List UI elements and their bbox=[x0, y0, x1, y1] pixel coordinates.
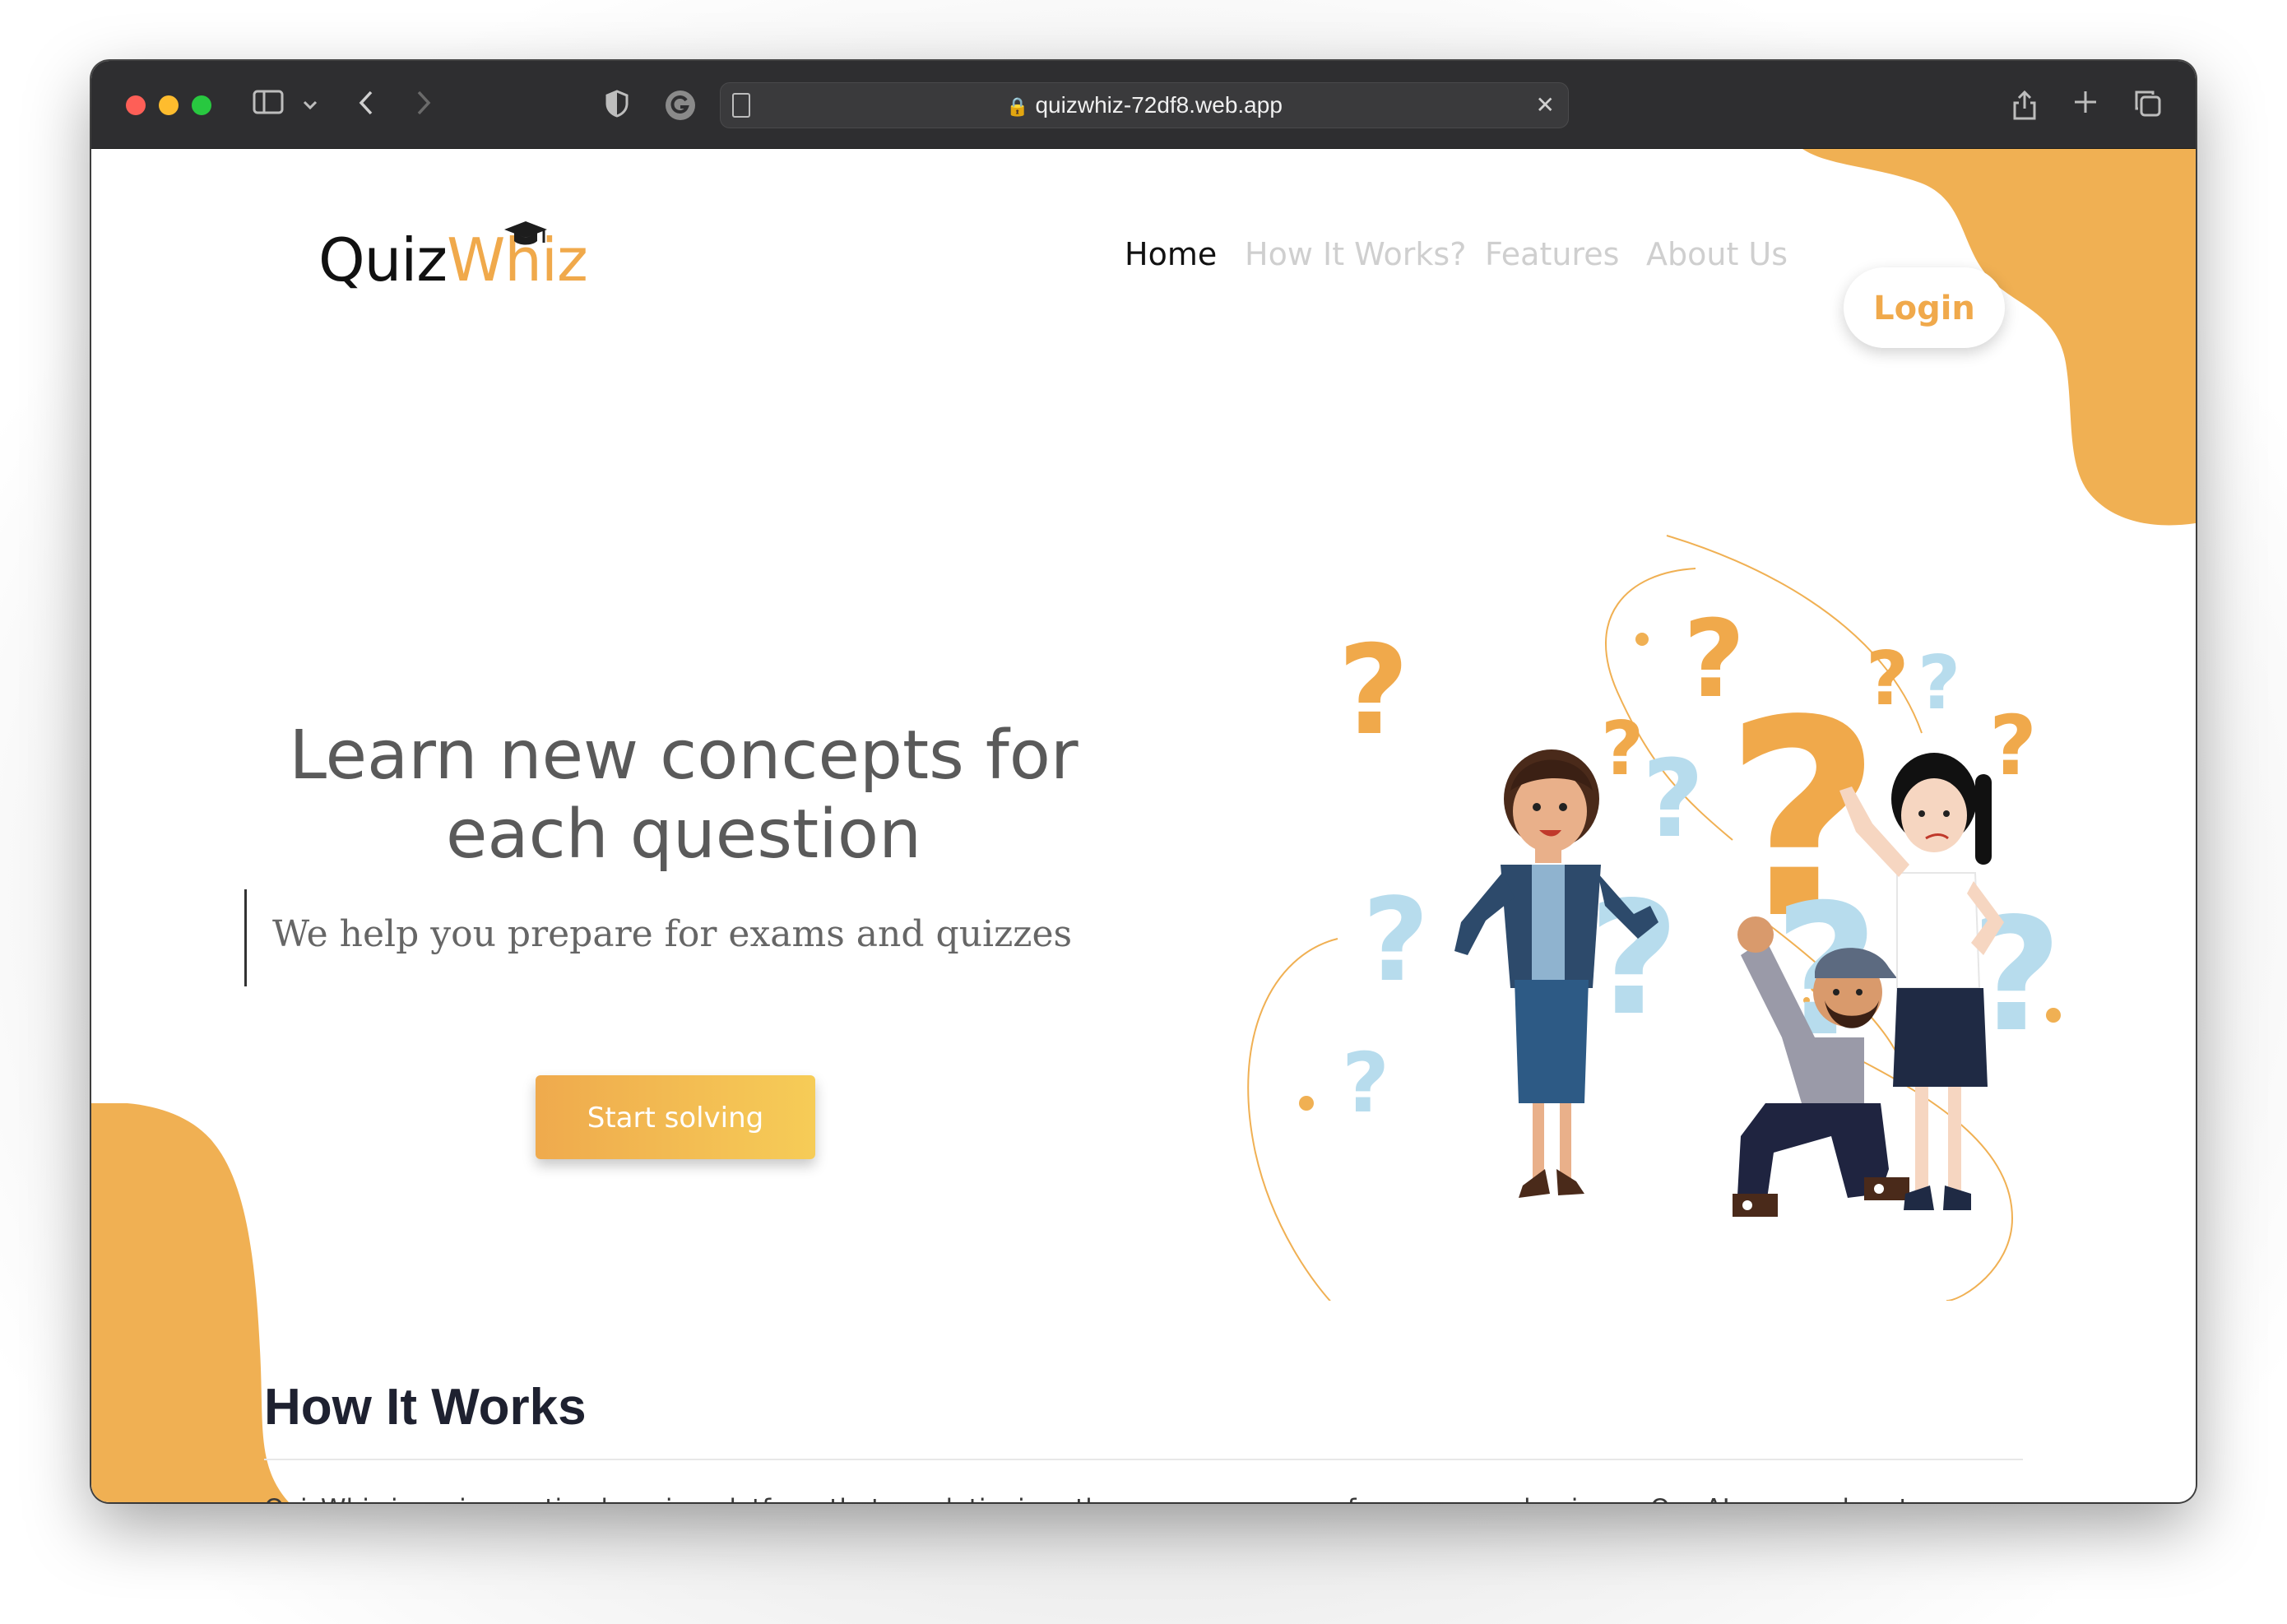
browser-toolbar: 🔒 quizwhiz-72df8.web.app ✕ bbox=[91, 61, 2196, 149]
hero-illustration: ? ? ? ? ? ? ? ? ? ? ? ? ? bbox=[1247, 535, 2062, 1301]
tabs-overview-icon[interactable] bbox=[2133, 89, 2163, 126]
how-it-works-heading: How It Works bbox=[264, 1379, 587, 1436]
svg-text:?: ? bbox=[1989, 698, 2037, 794]
share-icon[interactable] bbox=[2011, 89, 2038, 129]
nav-how-it-works[interactable]: How It Works? bbox=[1245, 223, 1466, 285]
back-icon[interactable] bbox=[356, 89, 376, 124]
forward-icon[interactable] bbox=[414, 89, 434, 124]
maximize-window-button[interactable] bbox=[192, 95, 211, 115]
chevron-down-icon[interactable] bbox=[302, 89, 318, 122]
shield-icon[interactable] bbox=[605, 89, 629, 126]
lock-icon: 🔒 bbox=[1006, 96, 1029, 117]
decorative-blob-bottom-left bbox=[91, 1103, 289, 1502]
how-it-works-paragraph: QuizWhiz is an innovative learning platf… bbox=[264, 1490, 2025, 1502]
svg-text:?: ? bbox=[1642, 736, 1704, 861]
address-bar[interactable]: 🔒 quizwhiz-72df8.web.app ✕ bbox=[720, 82, 1569, 128]
svg-text:?: ? bbox=[1601, 706, 1644, 792]
browser-window: 🔒 quizwhiz-72df8.web.app ✕ QuizWhiz Home… bbox=[91, 61, 2196, 1502]
svg-text:?: ? bbox=[1338, 619, 1409, 763]
section-divider bbox=[264, 1459, 2023, 1460]
login-button[interactable]: Login bbox=[1844, 267, 2005, 348]
url-text: quizwhiz-72df8.web.app bbox=[1035, 92, 1283, 118]
graduation-cap-icon bbox=[504, 221, 547, 245]
sidebar-icon[interactable] bbox=[253, 89, 284, 123]
close-window-button[interactable] bbox=[126, 95, 146, 115]
svg-text:?: ? bbox=[1342, 1035, 1389, 1131]
new-tab-icon[interactable] bbox=[2072, 89, 2099, 123]
page-viewport: QuizWhiz Home How It Works? Features Abo… bbox=[91, 149, 2196, 1502]
logo-text-quiz: Quiz bbox=[318, 225, 448, 295]
hero-title: Learn new concepts for each question bbox=[256, 717, 1111, 875]
nav-features[interactable]: Features bbox=[1485, 223, 1619, 285]
nav-about-us[interactable]: About Us bbox=[1646, 223, 1788, 285]
minimize-window-button[interactable] bbox=[159, 95, 179, 115]
start-solving-button[interactable]: Start solving bbox=[536, 1075, 815, 1159]
hero-subtitle: We help you prepare for exams and quizze… bbox=[272, 913, 1073, 955]
svg-text:?: ? bbox=[1918, 640, 1960, 726]
grammarly-icon[interactable] bbox=[664, 89, 697, 129]
hero-title-line-1: Learn new concepts for bbox=[289, 717, 1079, 795]
man-kneeling-figure bbox=[1733, 916, 1909, 1217]
svg-text:?: ? bbox=[1866, 636, 1909, 722]
hero-title-line-2: each question bbox=[445, 796, 922, 874]
close-icon[interactable]: ✕ bbox=[1536, 83, 1555, 128]
svg-text:?: ? bbox=[1362, 874, 1429, 1008]
nav-home[interactable]: Home bbox=[1125, 223, 1217, 285]
svg-text:?: ? bbox=[1589, 868, 1679, 1050]
typing-cursor bbox=[244, 889, 247, 986]
